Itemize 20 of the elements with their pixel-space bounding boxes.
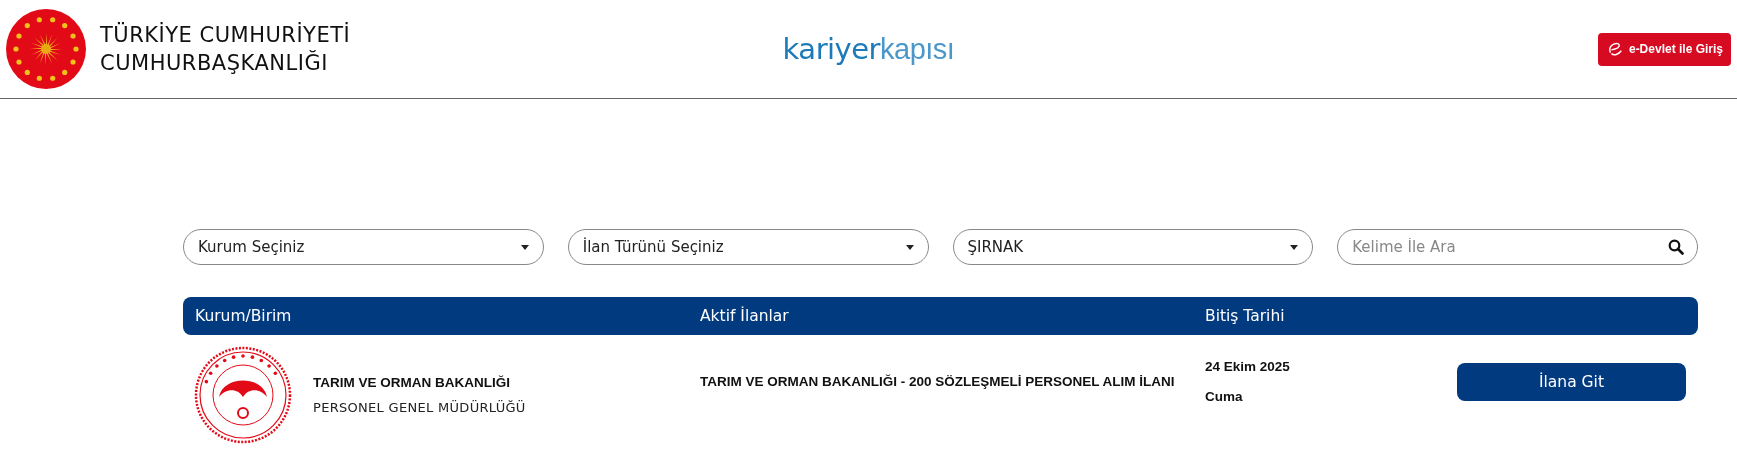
login-button[interactable]: e-Devlet ile Giriş <box>1597 32 1731 66</box>
institution-name: TARIM VE ORMAN BAKANLIĞI <box>313 375 511 390</box>
go-to-listing-button[interactable]: İlana Git <box>1457 363 1686 401</box>
column-header: Aktif İlanlar <box>700 307 790 325</box>
caret-icon <box>905 244 914 250</box>
seal-icon <box>193 345 293 445</box>
organization-name: CUMHURBAŞKANLIĞI <box>100 49 329 77</box>
end-date: 24 Ekim 2025 <box>1205 358 1291 376</box>
end-day: Cuma <box>1205 382 1455 412</box>
column-header: Kurum/Birim <box>195 307 293 325</box>
search-field[interactable]: Kelime İle Ara <box>1337 229 1698 265</box>
organization-name: TÜRKİYE CUMHURİYETİ <box>100 21 351 49</box>
listing-title: TARIM VE ORMAN BAKANLIĞI - 200 SÖZLEŞMELİ PERSONEL ALIM İLANI <box>700 373 1176 391</box>
emblem-icon <box>6 9 86 89</box>
brand-logo: kariyerkapısı <box>782 32 955 66</box>
caret-icon <box>1290 244 1299 250</box>
caret-icon <box>520 244 529 250</box>
search-icon <box>1668 239 1684 255</box>
unit-name: PERSONEL GENEL MÜDÜRLÜĞÜ <box>313 400 526 415</box>
column-header: Bitiş Tarihi <box>1205 307 1286 325</box>
